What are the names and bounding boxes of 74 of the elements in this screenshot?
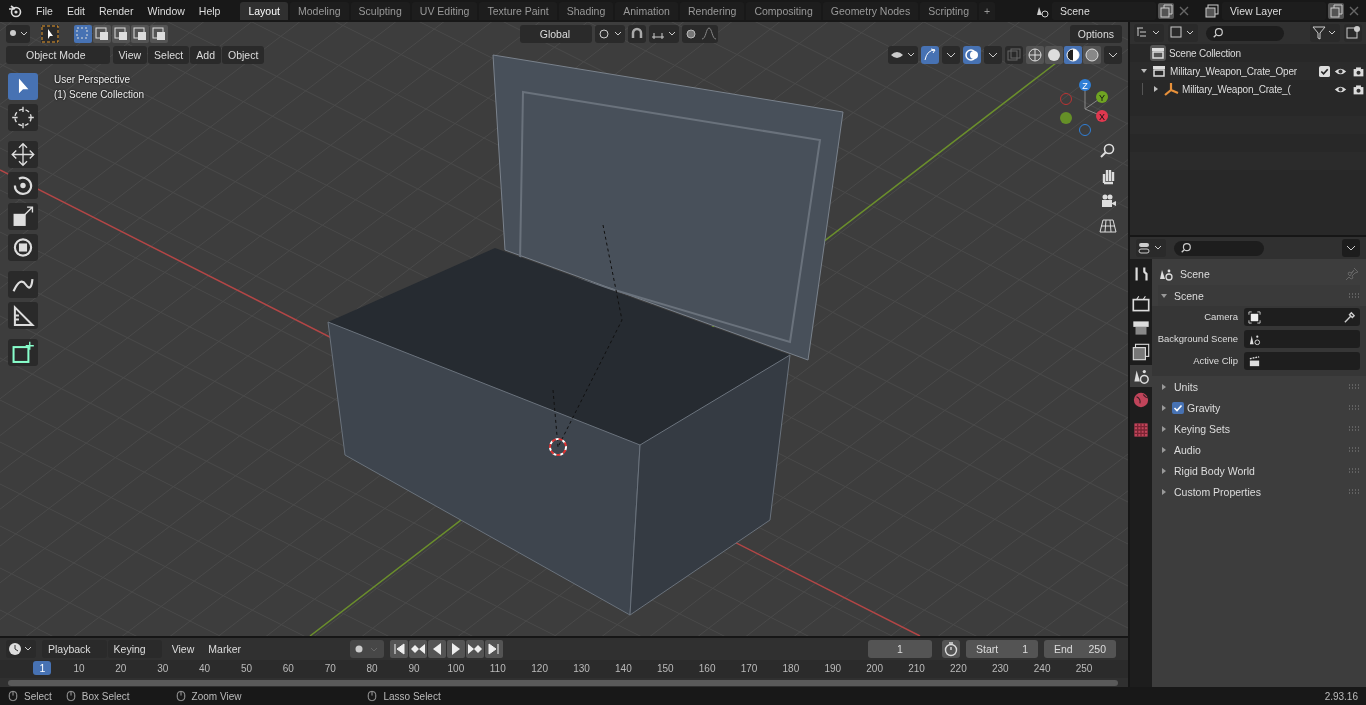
scene-name-field[interactable]: Scene [1052,2,1156,20]
version-number: 2.93.16 [1324,690,1358,702]
frame-number: 30 [157,663,169,674]
workspace-tab[interactable]: Modeling [289,2,349,20]
panel-title[interactable]: Units [1174,380,1198,393]
frame-number: 180 [782,663,800,674]
field-label: Background Scene [1156,332,1238,346]
frame-number: 200 [866,663,883,674]
menu-item[interactable]: Edit [60,5,91,17]
frame-number: 190 [824,663,842,674]
panel-title[interactable]: Scene [1174,289,1204,302]
menu-item[interactable]: Help [192,5,227,17]
workspace-tab[interactable]: Shading [558,2,614,20]
frame-number: 220 [950,663,967,674]
navigation-gizmo-drawing[interactable]: Z Y X [1050,74,1120,144]
viewport-info-text: User Perspective [54,74,132,85]
panel-title[interactable]: Gravity [1187,401,1221,414]
frame-number: 120 [531,663,548,674]
outliner-item[interactable]: Military_Weapon_Crate_Oper [1170,65,1316,77]
frame-number: 140 [615,663,632,674]
menu-item[interactable]: Render [93,5,140,17]
add-workspace-button[interactable]: + [979,2,996,20]
outliner-item[interactable]: Scene Collection [1169,47,1366,59]
status-hint: Box Select [81,690,130,702]
frame-number: 100 [447,663,465,674]
end-frame-field[interactable]: End 250 [1044,640,1116,658]
start-frame-field[interactable]: Start 1 [966,640,1038,658]
frame-number: 110 [489,663,506,674]
viewport-info-text: (1) Scene Collection [54,89,145,100]
frame-number: 240 [1033,663,1051,674]
workspace-tab[interactable]: Layout [240,2,288,20]
status-hint: Lasso Select [383,690,441,702]
current-frame-marker[interactable]: 1 [33,661,52,675]
timeline-menu[interactable]: View [167,643,199,655]
frame-number: 210 [908,663,925,674]
status-hint: Select [24,690,52,702]
timeline-menu[interactable]: Marker [204,643,245,655]
frame-number: 70 [324,663,336,674]
frame-number: 230 [991,663,1009,674]
workspace-tab[interactable]: Geometry Nodes [822,2,919,20]
panel-title[interactable]: Keying Sets [1174,422,1231,435]
frame-number: 170 [740,663,758,674]
frame-number: 160 [698,663,716,674]
frame-number: 80 [366,663,378,674]
workspace-tab[interactable]: Texture Paint [479,2,557,20]
frame-number: 250 [1075,663,1093,674]
context-title: Scene [1180,268,1210,280]
workspace-tab[interactable]: UV Editing [411,2,478,20]
menu-item[interactable]: File [30,5,59,17]
workspace-tab[interactable]: Scripting [920,2,977,20]
workspace-tab[interactable]: Compositing [746,2,821,20]
frame-number: 130 [573,663,590,674]
frame-number: 90 [408,663,420,674]
status-hint: Zoom View [191,690,242,702]
frame-number: 20 [115,663,127,674]
outliner-item[interactable]: Military_Weapon_Crate_( [1182,83,1330,95]
panel-title[interactable]: Custom Properties [1174,485,1261,498]
frame-number: 10 [73,663,85,674]
frame-number: 50 [240,663,253,674]
view-layer-name-field[interactable]: View Layer [1222,2,1326,20]
workspace-tab[interactable]: Sculpting [350,2,410,20]
frame-number: 60 [282,663,294,674]
timeline-dropdown[interactable]: Keying [107,640,162,658]
frame-number: 150 [656,663,674,674]
workspace-tab[interactable]: Animation [615,2,678,20]
field-label: Camera [1203,310,1238,324]
panel-title[interactable]: Audio [1174,443,1201,456]
menu-item[interactable]: Window [141,5,191,17]
panel-title[interactable]: Rigid Body World [1174,464,1255,477]
field-label: Active Clip [1192,354,1238,368]
frame-number: 40 [199,663,211,674]
timeline-dropdown[interactable]: Playback [42,640,107,658]
current-frame-field[interactable]: 1 [868,640,932,658]
workspace-tab[interactable]: Rendering [679,2,745,20]
